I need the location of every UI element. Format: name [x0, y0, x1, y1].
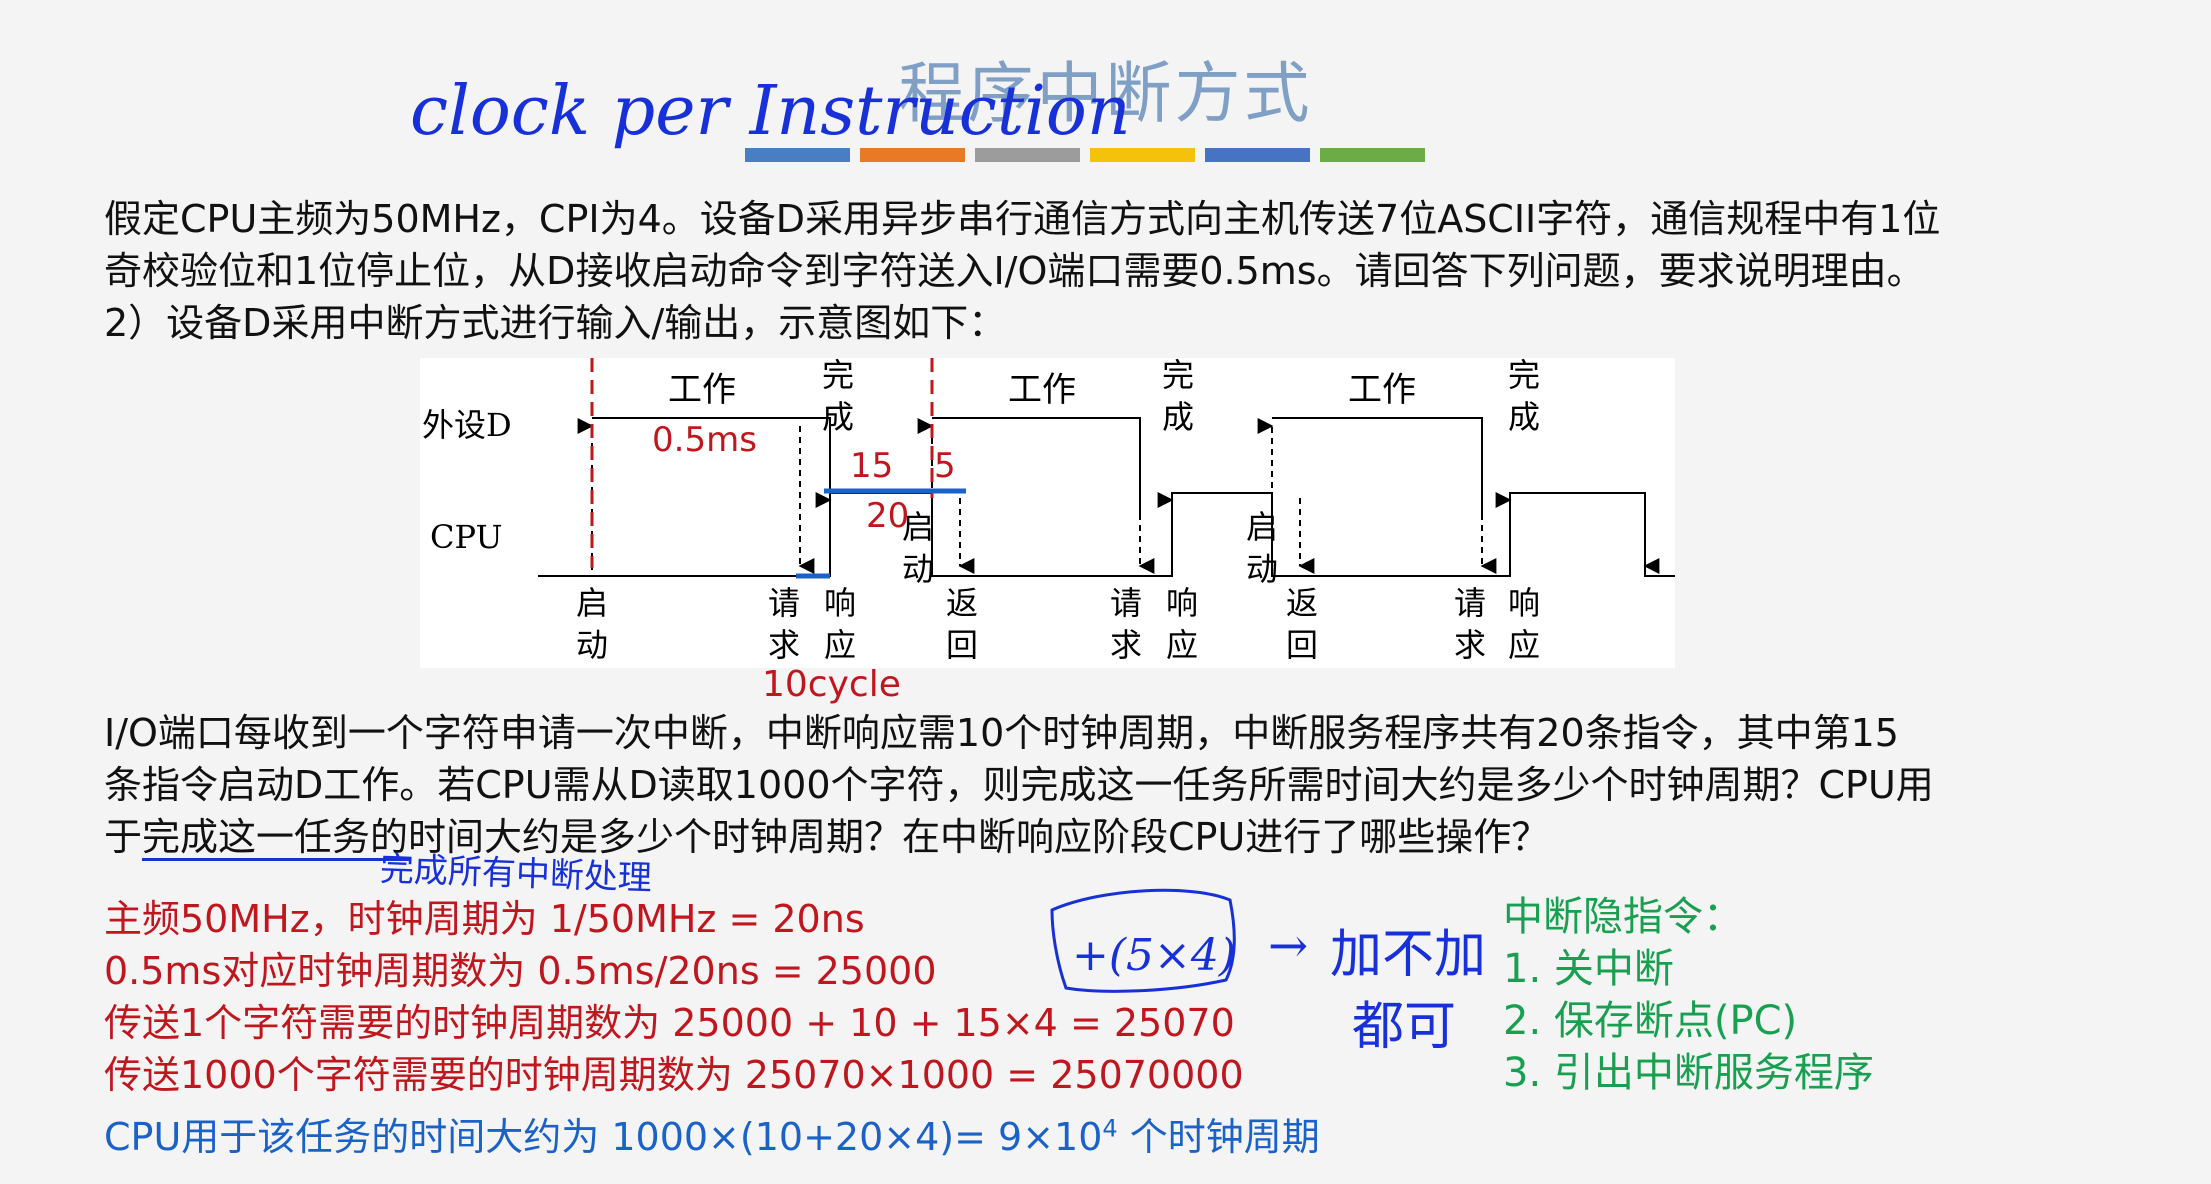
return-char: 回 — [946, 626, 979, 664]
request-char: 请 — [768, 584, 801, 622]
work-label-1: 工作 — [668, 370, 736, 410]
request-char: 求 — [1454, 626, 1487, 664]
question-line-2: 条指令启动D工作。若CPU需从D读取1000个字符，则完成这一任务所需时间大约是… — [104, 763, 1934, 807]
hint-title: 中断隐指令： — [1503, 894, 1743, 940]
slide: 程序中断方式 clock per Instruction 假定CPU主频为50M… — [0, 0, 2211, 1184]
annot-10cycle: 10cycle — [762, 664, 901, 705]
return-label-1: 返回 — [946, 582, 978, 666]
answer-line-1: 主频50MHz，时钟周期为 1/50MHz = 20ns — [104, 897, 865, 941]
answer-line-5-exponent: 4 — [1102, 1114, 1118, 1143]
done-char: 完 — [822, 356, 855, 394]
hint-item-3: 3. 引出中断服务程序 — [1503, 1050, 1874, 1096]
respond-char: 响 — [1166, 584, 1199, 622]
start-char: 启 — [1246, 508, 1279, 546]
done-char: 完 — [1508, 356, 1541, 394]
answer-line-2: 0.5ms对应时钟周期数为 0.5ms/20ns = 25000 — [104, 949, 937, 993]
start-char: 启 — [576, 584, 609, 622]
annot-20: 20 — [866, 496, 910, 536]
return-label-2: 返回 — [1286, 582, 1318, 666]
respond-char: 应 — [824, 626, 857, 664]
done-char: 成 — [1162, 398, 1195, 436]
done-label-1: 完成 — [822, 354, 854, 438]
request-label-1: 请求 — [768, 582, 800, 666]
respond-char: 应 — [1508, 626, 1541, 664]
done-char: 成 — [1508, 398, 1541, 436]
return-char: 回 — [1286, 626, 1319, 664]
annot-0-5ms: 0.5ms — [652, 420, 757, 460]
question-line-1: I/O端口每收到一个字符申请一次中断，中断响应需10个时钟周期，中断服务程序共有… — [104, 711, 1899, 755]
return-char: 返 — [946, 584, 979, 622]
answer-line-3: 传送1个字符需要的时钟周期数为 25000 + 10 + 15×4 = 2507… — [104, 1001, 1235, 1045]
handwritten-plus-term: +(5×4) — [1072, 930, 1237, 981]
return-char: 返 — [1286, 584, 1319, 622]
done-label-2: 完成 — [1162, 354, 1194, 438]
peripheral-label: 外设D — [422, 406, 512, 444]
cpu-signal — [538, 492, 1675, 577]
done-char: 成 — [822, 398, 855, 436]
handwritten-cpi-note: clock per Instruction — [410, 72, 1131, 151]
start-label-1: 启动 — [576, 582, 608, 666]
respond-char: 响 — [1508, 584, 1541, 622]
answer-line-5: CPU用于该任务的时间大约为 1000×(10+20×4)= 9×104 个时钟… — [104, 1106, 1320, 1161]
color-bar-segment — [1205, 148, 1310, 162]
respond-label-3: 响应 — [1508, 582, 1540, 666]
color-bar-segment — [1320, 148, 1425, 162]
request-char: 请 — [1454, 584, 1487, 622]
respond-label-2: 响应 — [1166, 582, 1198, 666]
work-label-2: 工作 — [1008, 370, 1076, 410]
start-char: 动 — [1246, 550, 1279, 588]
problem-line-2: 奇校验位和1位停止位，从D接收启动命令到字符送入I/O端口需要0.5ms。请回答… — [104, 249, 1925, 293]
handwritten-ok: 都可 — [1352, 997, 1457, 1057]
start-char: 动 — [902, 550, 935, 588]
problem-line-3: 2）设备D采用中断方式进行输入/输出，示意图如下： — [104, 301, 1007, 345]
start-label-3: 启动 — [1246, 506, 1278, 590]
interrupt-timing-diagram: 外设D CPU 工作 工作 工作 完成 完成 完成 启动 请求 响应 启动 返回… — [420, 356, 1675, 668]
answer-line-5-main: CPU用于该任务的时间大约为 1000×(10+20×4)= 9×10 — [104, 1115, 1103, 1159]
done-char: 完 — [1162, 356, 1195, 394]
request-label-3: 请求 — [1454, 582, 1486, 666]
done-label-3: 完成 — [1508, 354, 1540, 438]
handwritten-either: 加不加 — [1330, 925, 1487, 985]
request-char: 求 — [768, 626, 801, 664]
hint-item-1: 1. 关中断 — [1503, 946, 1674, 992]
problem-line-1: 假定CPU主频为50MHz，CPI为4。设备D采用异步串行通信方式向主机传送7位… — [104, 197, 1941, 241]
peripheral-work-pulse-2 — [932, 417, 1141, 520]
question-line-3: 于完成这一任务的时间大约是多少个时钟周期？在中断响应阶段CPU进行了哪些操作？ — [104, 815, 1550, 859]
annot-5: 5 — [934, 446, 956, 486]
annot-15: 15 — [850, 446, 894, 486]
answer-line-4: 传送1000个字符需要的时钟周期数为 25070×1000 = 25070000 — [104, 1053, 1244, 1097]
hint-item-2: 2. 保存断点(PC) — [1503, 998, 1798, 1044]
handwritten-arrow: → — [1268, 918, 1309, 974]
start-char: 动 — [576, 626, 609, 664]
request-char: 求 — [1110, 626, 1143, 664]
peripheral-work-pulse-3 — [1272, 417, 1483, 520]
respond-char: 应 — [1166, 626, 1199, 664]
respond-label-1: 响应 — [824, 582, 856, 666]
respond-char: 响 — [824, 584, 857, 622]
answer-line-5-tail: 个时钟周期 — [1117, 1115, 1320, 1159]
question-underline — [142, 858, 410, 861]
work-label-3: 工作 — [1348, 370, 1416, 410]
request-label-2: 请求 — [1110, 582, 1142, 666]
cpu-label: CPU — [430, 518, 503, 556]
request-char: 请 — [1110, 584, 1143, 622]
